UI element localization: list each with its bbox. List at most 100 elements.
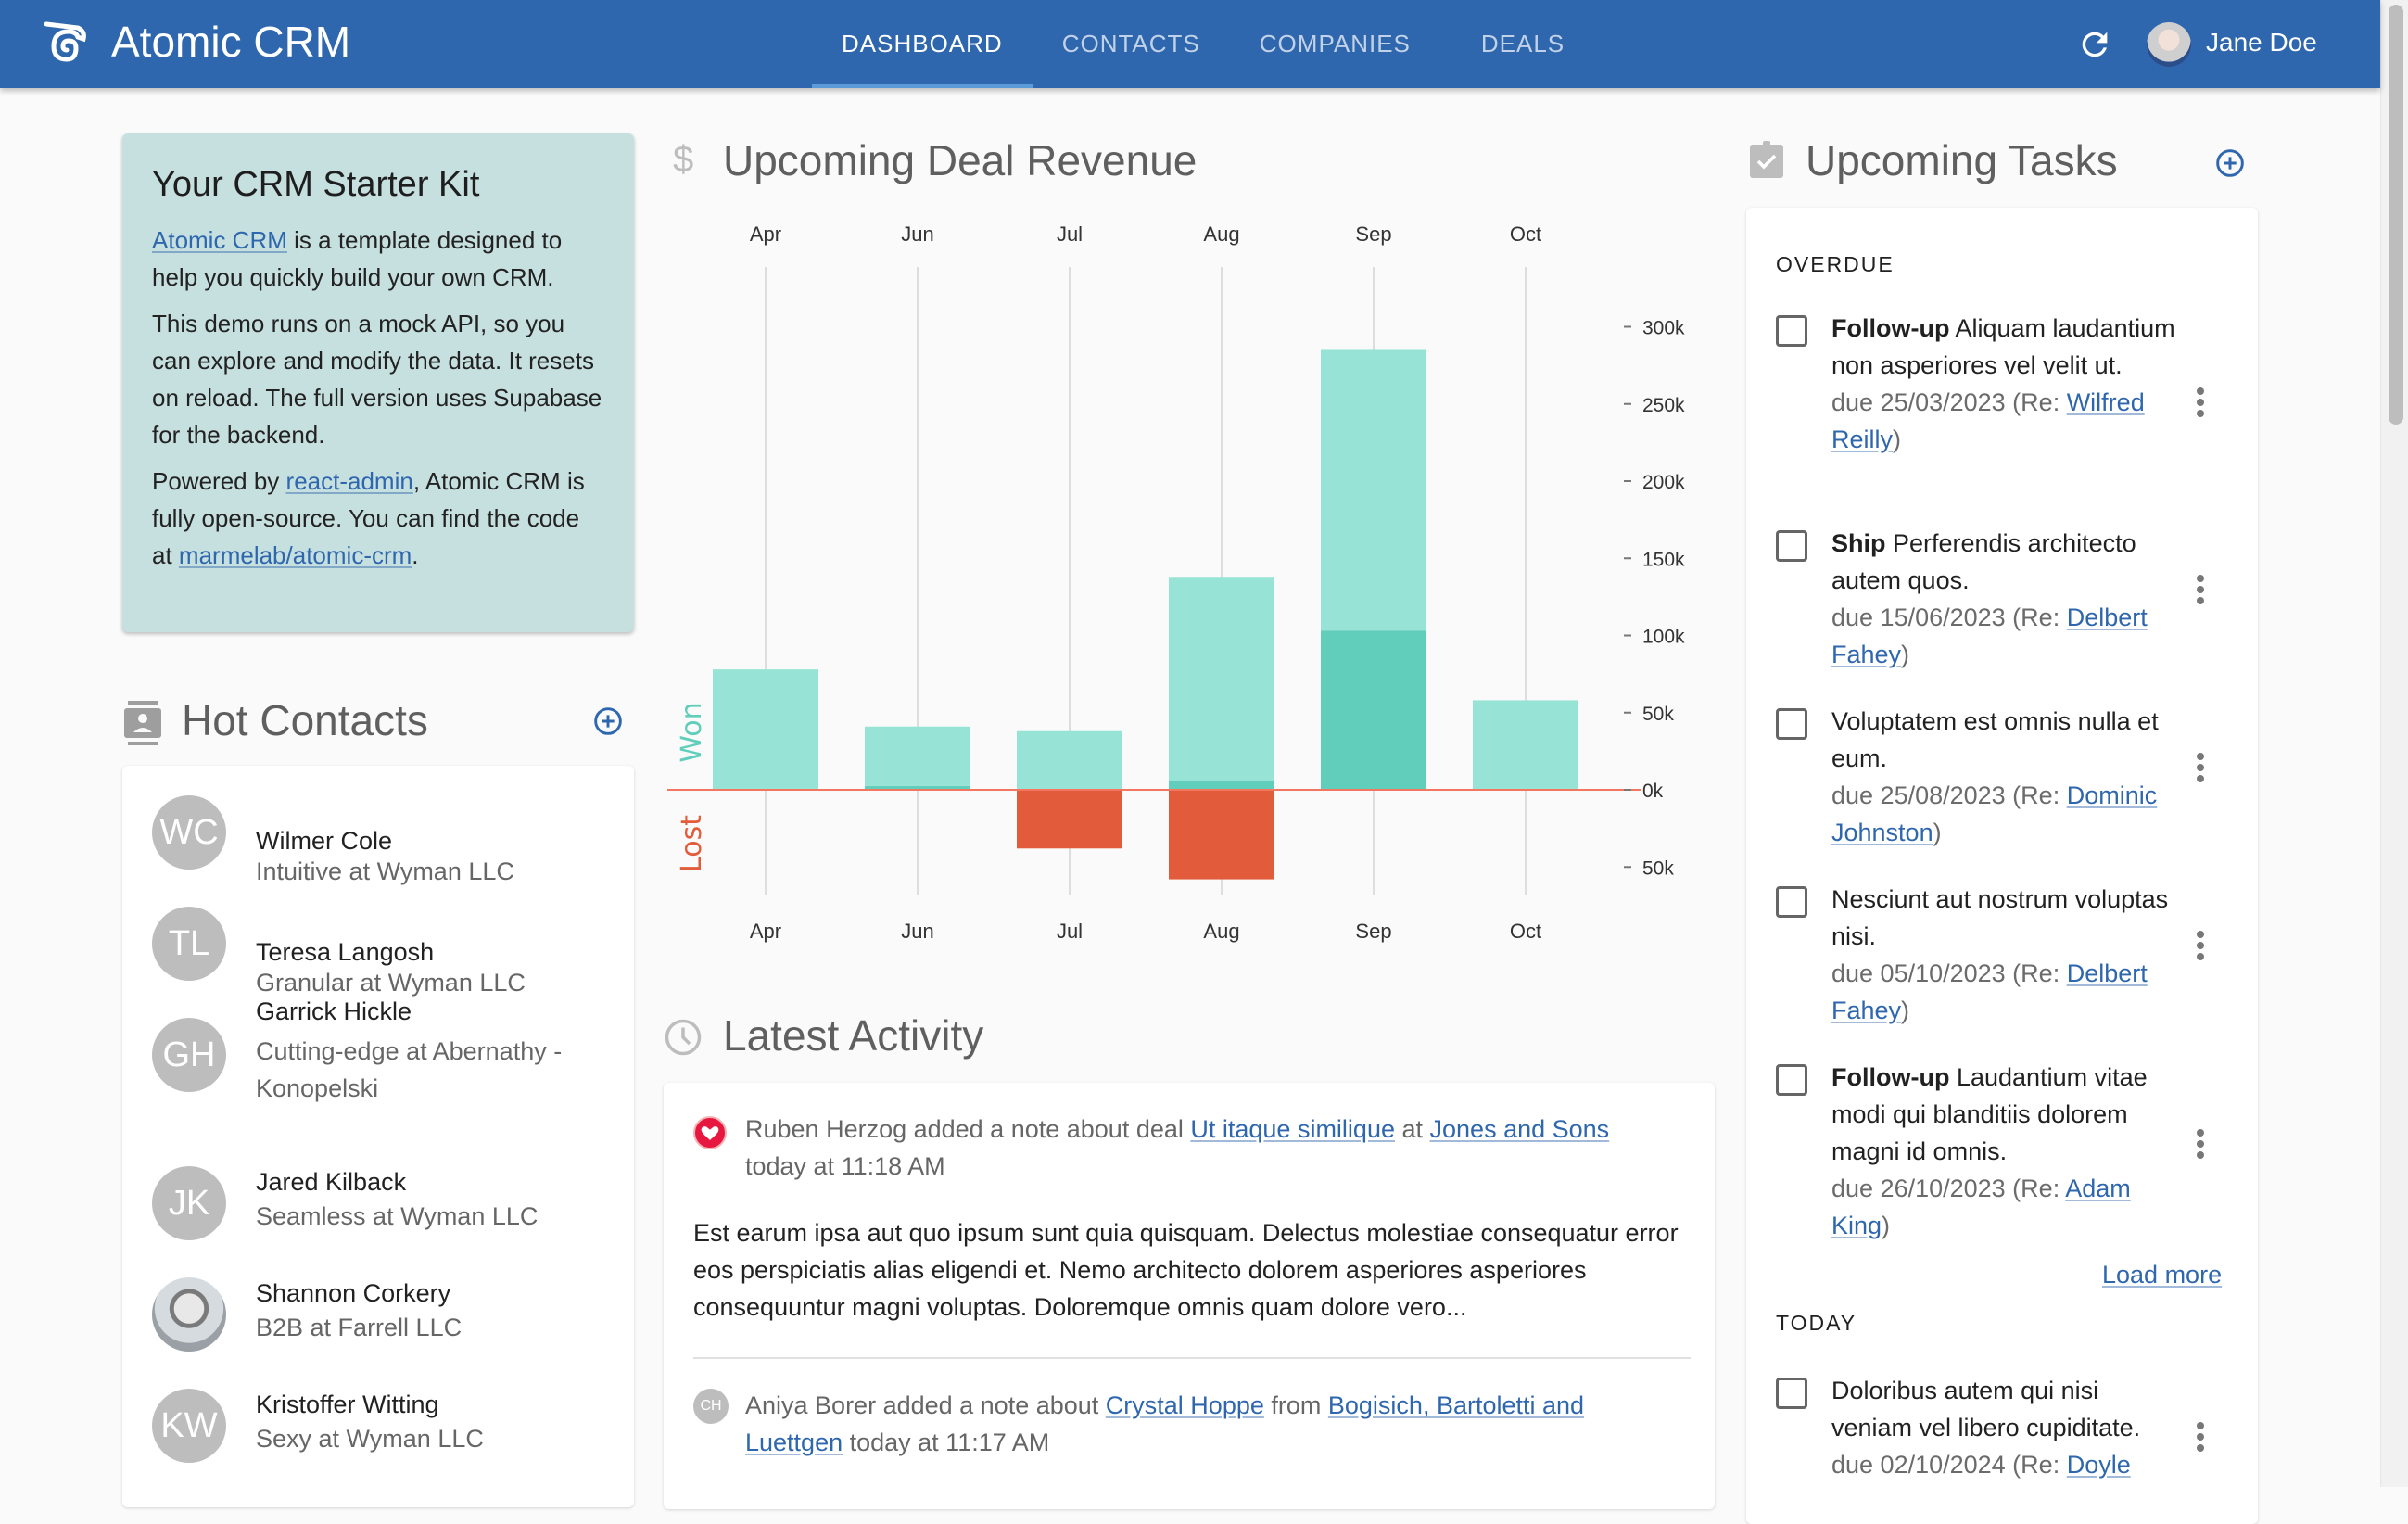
task-more-menu-icon[interactable]: [2191, 927, 2210, 964]
y-tick-label: 100k: [1642, 627, 1685, 648]
task-text: Ship Perferendis architecto autem quos. d…: [1831, 525, 2184, 673]
task-text: Follow-up Laudantium vitae modi qui blan…: [1831, 1059, 2184, 1244]
task-close-paren: ): [1901, 641, 1910, 668]
main-nav-tabs: DASHBOARD CONTACTS COMPANIES DEALS: [812, 0, 1594, 88]
contact-name: Shannon Corkery: [256, 1279, 451, 1307]
task-more-menu-icon[interactable]: [2191, 749, 2210, 786]
contact-name: Wilmer Cole: [256, 827, 393, 855]
bar-won-aug: [1169, 781, 1274, 790]
task-more-menu-icon[interactable]: [2191, 571, 2210, 608]
contact-avatar: KW: [152, 1389, 226, 1463]
tab-companies[interactable]: COMPANIES: [1230, 0, 1440, 88]
heart-logo-icon: [693, 1116, 727, 1149]
bar-pending-jun: [865, 726, 970, 786]
scrollbar-thumb[interactable]: [2389, 5, 2403, 425]
task-checkbox[interactable]: [1776, 1064, 1807, 1096]
hot-contacts-list: WC Wilmer Cole Intuitive at Wyman LLC TL…: [122, 766, 634, 1507]
task-checkbox[interactable]: [1776, 886, 1807, 918]
contact-name: Teresa Langosh: [256, 938, 435, 966]
task-more-menu-icon[interactable]: [2191, 384, 2210, 421]
powered-by-text: Powered by: [152, 467, 286, 495]
contact-avatar: WC: [152, 795, 226, 870]
activity-item-header: Aniya Borer added a note about Crystal H…: [745, 1387, 1681, 1461]
task-checkbox[interactable]: [1776, 315, 1807, 347]
refresh-icon[interactable]: [2076, 26, 2113, 63]
x-tick-label-bottom: Oct: [1510, 920, 1541, 943]
task-close-paren: ): [1933, 819, 1942, 846]
activity-avatar: CH: [693, 1389, 729, 1424]
task-due-date: due 26/10/2023 (Re:: [1831, 1175, 2066, 1202]
contact-name: Kristoffer Witting: [256, 1391, 439, 1418]
bar-pending-oct: [1473, 700, 1578, 790]
tab-contacts[interactable]: CONTACTS: [1033, 0, 1230, 88]
contact-link[interactable]: Crystal Hoppe: [1106, 1391, 1264, 1419]
app-bar: Atomic CRM DASHBOARD CONTACTS COMPANIES …: [0, 0, 2380, 88]
clock-icon: [665, 1019, 702, 1056]
activity-actor: Ruben Herzog added a note about deal: [745, 1115, 1191, 1143]
task-checkbox[interactable]: [1776, 1378, 1807, 1409]
page-scrollbar[interactable]: [2380, 0, 2408, 1487]
load-more-link[interactable]: Load more: [2102, 1261, 2222, 1289]
contact-avatar-photo: [152, 1277, 226, 1352]
contact-avatar: TL: [152, 907, 226, 981]
x-tick-label-top: Sep: [1355, 222, 1391, 246]
won-axis-label: Won: [676, 702, 708, 762]
contact-subtitle: Seamless at Wyman LLC: [256, 1202, 539, 1230]
react-admin-link[interactable]: react-admin: [286, 467, 413, 495]
deal-revenue-chart: Apr Apr Jun Jun Jul Jul Aug Aug Sep Sep Oct Oct 300k…: [649, 204, 1715, 964]
hot-contacts-title: Hot Contacts: [182, 696, 428, 744]
bar-lost-jul: [1017, 790, 1122, 849]
starter-kit-card: Your CRM Starter Kit Atomic CRM is a tem…: [122, 133, 634, 632]
task-checkbox[interactable]: [1776, 708, 1807, 740]
task-type: Follow-up: [1831, 1063, 1950, 1091]
bar-lost-aug: [1169, 790, 1274, 880]
x-tick-label-top: Apr: [750, 222, 781, 246]
tab-deals[interactable]: DEALS: [1451, 0, 1594, 88]
add-contact-button[interactable]: [593, 706, 623, 736]
atomic-crm-link[interactable]: Atomic CRM: [152, 226, 287, 254]
x-tick-label-bottom: Jul: [1057, 920, 1083, 943]
task-text: Nesciunt aut nostrum voluptas nisi. due 0…: [1831, 881, 2184, 1029]
deal-link[interactable]: Ut itaque similique: [1190, 1115, 1395, 1143]
task-group-label-overdue: OVERDUE: [1776, 252, 1895, 276]
task-contact-link[interactable]: Doyle: [2067, 1451, 2131, 1479]
activity-connector: from: [1263, 1391, 1328, 1419]
task-due-date: due 05/10/2023 (Re:: [1831, 959, 2067, 987]
starter-kit-title: Your CRM Starter Kit: [152, 165, 480, 204]
user-avatar[interactable]: [2147, 22, 2191, 67]
y-tick-label: 50k: [1642, 704, 1674, 725]
lost-axis-label: Lost: [676, 815, 708, 872]
activity-note-body: Est earum ipsa aut quo ipsum sunt quia q…: [693, 1219, 1679, 1321]
task-text: Doloribus autem qui nisi veniam vel libe…: [1831, 1372, 2184, 1483]
x-tick-label-top: Oct: [1510, 222, 1541, 246]
task-due-date: due 15/06/2023 (Re:: [1831, 603, 2067, 631]
x-tick-label-top: Aug: [1203, 222, 1239, 246]
upcoming-tasks-card: OVERDUE Follow-up Aliquam laudantium non…: [1746, 208, 2258, 1524]
user-name[interactable]: Jane Doe: [2206, 28, 2317, 57]
task-more-menu-icon[interactable]: [2191, 1125, 2210, 1162]
atomic-spiral-logo-icon[interactable]: [41, 20, 87, 67]
app-title[interactable]: Atomic CRM: [111, 17, 350, 67]
task-due-date: due 25/08/2023 (Re:: [1831, 781, 2067, 809]
add-task-button[interactable]: [2215, 148, 2245, 178]
contact-subtitle: B2B at Farrell LLC: [256, 1314, 463, 1341]
x-tick-label-top: Jun: [901, 222, 933, 246]
contact-card-icon: [124, 701, 161, 745]
tab-dashboard[interactable]: DASHBOARD: [812, 0, 1033, 88]
task-checkbox[interactable]: [1776, 530, 1807, 562]
contact-name: Garrick Hickle: [256, 997, 412, 1025]
starter-kit-powered-by: Powered by react-admin, Atomic CRM is fu…: [152, 463, 604, 574]
task-due-date: due 02/10/2024 (Re:: [1831, 1451, 2067, 1479]
bar-won-sep: [1321, 630, 1426, 790]
github-repo-link[interactable]: marmelab/atomic-crm: [179, 541, 412, 569]
bar-pending-apr: [713, 669, 818, 790]
y-tick-label: 0k: [1642, 781, 1664, 802]
activity-connector: at: [1394, 1115, 1430, 1143]
bar-pending-aug: [1169, 577, 1274, 781]
task-description: Voluptatem est omnis nulla et eum.: [1831, 707, 2159, 772]
y-tick-label: 150k: [1642, 549, 1685, 570]
y-tick-label: 200k: [1642, 472, 1685, 493]
company-link[interactable]: Jones and Sons: [1430, 1115, 1610, 1143]
task-more-menu-icon[interactable]: [2191, 1418, 2210, 1455]
contact-avatar: GH: [152, 1018, 226, 1092]
